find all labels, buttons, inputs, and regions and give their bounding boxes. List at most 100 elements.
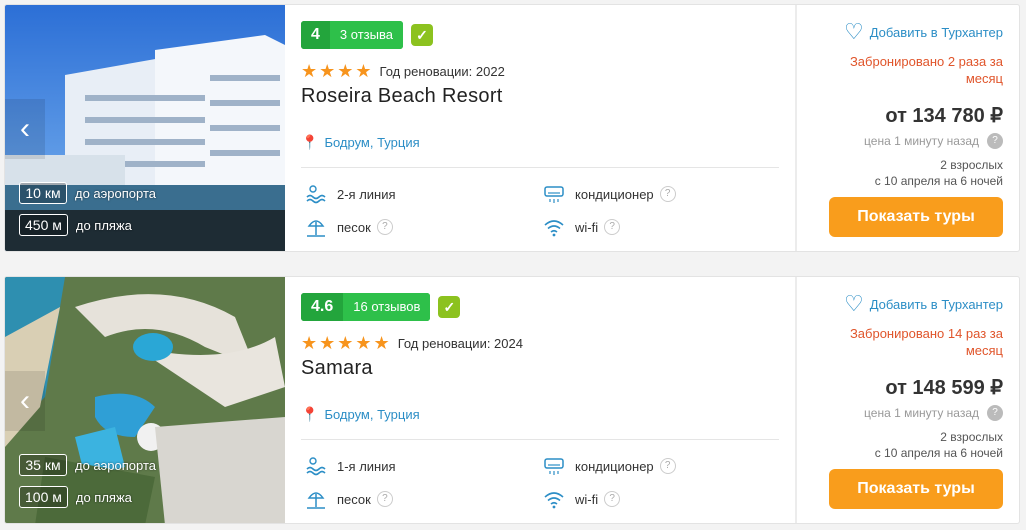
hotel-photo[interactable]: ‹ › 10 км до аэропорта 450 м до пляжа bbox=[5, 5, 285, 251]
price-updated: цена 1 минуту назад ? bbox=[864, 405, 1003, 421]
airport-distance-label: до аэропорта bbox=[75, 457, 157, 473]
beach-umbrella-icon bbox=[307, 220, 325, 237]
heart-icon: ♡ bbox=[844, 19, 864, 44]
price-updated: цена 1 минуту назад ? bbox=[864, 133, 1003, 149]
question-icon[interactable]: ? bbox=[987, 405, 1003, 421]
location-text: Бодрум, Турция bbox=[324, 135, 420, 150]
airport-distance: 10 км до аэропорта bbox=[19, 182, 156, 204]
air-conditioner-icon bbox=[544, 186, 564, 203]
price-updated-text: цена 1 минуту назад bbox=[864, 406, 979, 420]
beach-distance-label: до пляжа bbox=[75, 217, 132, 233]
star-rating-icon: ★★★★ bbox=[301, 61, 374, 81]
feature-wifi: wi-fi ? bbox=[543, 488, 621, 510]
question-icon[interactable]: ? bbox=[376, 219, 393, 235]
price-panel: ♡ Добавить в Турхантер Забронировано 2 р… bbox=[795, 5, 1019, 251]
star-rating-icon: ★★★★★ bbox=[301, 333, 392, 353]
feature-line: 2-я линия bbox=[305, 183, 396, 205]
check-icon: ✓ bbox=[410, 24, 433, 46]
tour-params: 2 взрослых с 10 апреля на 6 ночей bbox=[875, 429, 1003, 461]
beach-distance-label: до пляжа bbox=[75, 489, 132, 505]
feature-ac: кондиционер ? bbox=[543, 455, 676, 477]
pax-count: 2 взрослых bbox=[940, 430, 1003, 444]
price: от 134 780 ₽ bbox=[885, 105, 1003, 127]
add-to-favorites-label: Добавить в Турхантер bbox=[869, 24, 1003, 40]
hotel-name[interactable]: Roseira Beach Resort bbox=[301, 85, 503, 108]
show-tours-button[interactable]: Показать туры bbox=[829, 197, 1003, 237]
chevron-left-icon: ‹ bbox=[20, 384, 30, 417]
photo-prev-button[interactable]: ‹ bbox=[5, 371, 45, 431]
heart-icon: ♡ bbox=[844, 291, 864, 316]
tour-dates: с 10 апреля на 6 ночей bbox=[874, 446, 1003, 460]
airport-distance-value: 10 км bbox=[19, 182, 67, 204]
rating-score: 4.6 bbox=[301, 293, 344, 321]
feature-wifi-label: wi-fi bbox=[575, 219, 599, 235]
stars-row: ★★★★ Год реновации: 2022 bbox=[301, 61, 505, 82]
feature-line: 1-я линия bbox=[305, 455, 396, 477]
airport-distance: 35 км до аэропорта bbox=[19, 454, 156, 476]
feature-ac-label: кондиционер bbox=[575, 458, 654, 474]
feature-line-label: 1-я линия bbox=[337, 458, 396, 474]
renovation-year: Год реновации: 2022 bbox=[379, 64, 505, 79]
add-to-favorites[interactable]: ♡ Добавить в Турхантер bbox=[844, 291, 1003, 316]
feature-beach-label: песок bbox=[337, 491, 371, 507]
hotel-name[interactable]: Samara bbox=[301, 357, 373, 380]
question-icon[interactable]: ? bbox=[987, 133, 1003, 149]
hotel-card: ‹ › 35 км до аэропорта 100 м до пляжа 4.… bbox=[4, 276, 1020, 524]
feature-wifi-label: wi-fi bbox=[575, 491, 599, 507]
beach-distance-value: 100 м bbox=[19, 486, 68, 508]
airport-distance-label: до аэропорта bbox=[75, 185, 157, 201]
feature-beach-label: песок bbox=[337, 219, 371, 235]
hotel-photo[interactable]: ‹ › 35 км до аэропорта 100 м до пляжа bbox=[5, 277, 285, 523]
wifi-icon bbox=[544, 220, 564, 237]
map-pin-icon: 📍 bbox=[301, 134, 319, 150]
beach-distance: 100 м до пляжа bbox=[19, 486, 132, 508]
price-updated-text: цена 1 минуту назад bbox=[864, 134, 979, 148]
wifi-icon bbox=[544, 492, 564, 509]
beach-umbrella-icon bbox=[307, 492, 325, 509]
rating-score: 4 bbox=[301, 21, 330, 49]
pax-count: 2 взрослых bbox=[940, 158, 1003, 172]
location-text: Бодрум, Турция bbox=[324, 407, 420, 422]
hotel-location[interactable]: 📍 Бодрум, Турция bbox=[301, 134, 420, 151]
divider bbox=[301, 439, 779, 440]
tour-params: 2 взрослых с 10 апреля на 6 ночей bbox=[875, 157, 1003, 189]
wave-icon bbox=[306, 185, 326, 204]
price-panel: ♡ Добавить в Турхантер Забронировано 14 … bbox=[795, 277, 1019, 523]
question-icon[interactable]: ? bbox=[376, 491, 393, 507]
hotel-info: 4 3 отзыва ✓ ★★★★ Год реновации: 2022 Ro… bbox=[285, 5, 795, 251]
hotel-card: ‹ › 10 км до аэропорта 450 м до пляжа 4 … bbox=[4, 4, 1020, 252]
question-icon[interactable]: ? bbox=[604, 491, 621, 507]
reviews-count[interactable]: 3 отзыва bbox=[329, 21, 403, 49]
rating[interactable]: 4 3 отзыва ✓ bbox=[301, 21, 433, 49]
booked-count: Забронировано 2 раза за месяц bbox=[849, 54, 1003, 86]
beach-distance: 450 м до пляжа bbox=[19, 214, 132, 236]
airport-distance-value: 35 км bbox=[19, 454, 67, 476]
price: от 148 599 ₽ bbox=[885, 377, 1003, 399]
feature-line-label: 2-я линия bbox=[337, 186, 396, 202]
show-tours-button[interactable]: Показать туры bbox=[829, 469, 1003, 509]
feature-beach: песок ? bbox=[305, 216, 393, 238]
stars-row: ★★★★★ Год реновации: 2024 bbox=[301, 333, 523, 354]
booked-count: Забронировано 14 раз за месяц bbox=[849, 326, 1003, 358]
feature-wifi: wi-fi ? bbox=[543, 216, 621, 238]
feature-beach: песок ? bbox=[305, 488, 393, 510]
add-to-favorites-label: Добавить в Турхантер bbox=[869, 296, 1003, 312]
wave-icon bbox=[306, 457, 326, 476]
tour-dates: с 10 апреля на 6 ночей bbox=[874, 174, 1003, 188]
beach-distance-value: 450 м bbox=[19, 214, 68, 236]
question-icon[interactable]: ? bbox=[659, 458, 676, 474]
photo-prev-button[interactable]: ‹ bbox=[5, 99, 45, 159]
reviews-count[interactable]: 16 отзывов bbox=[343, 293, 431, 321]
hotel-info: 4.6 16 отзывов ✓ ★★★★★ Год реновации: 20… bbox=[285, 277, 795, 523]
rating[interactable]: 4.6 16 отзывов ✓ bbox=[301, 293, 461, 321]
question-icon[interactable]: ? bbox=[659, 186, 676, 202]
add-to-favorites[interactable]: ♡ Добавить в Турхантер bbox=[844, 19, 1003, 44]
question-icon[interactable]: ? bbox=[604, 219, 621, 235]
divider bbox=[301, 167, 779, 168]
renovation-year: Год реновации: 2024 bbox=[397, 336, 523, 351]
hotel-location[interactable]: 📍 Бодрум, Турция bbox=[301, 406, 420, 423]
chevron-left-icon: ‹ bbox=[20, 112, 30, 145]
feature-ac-label: кондиционер bbox=[575, 186, 654, 202]
map-pin-icon: 📍 bbox=[301, 406, 319, 422]
air-conditioner-icon bbox=[544, 458, 564, 475]
